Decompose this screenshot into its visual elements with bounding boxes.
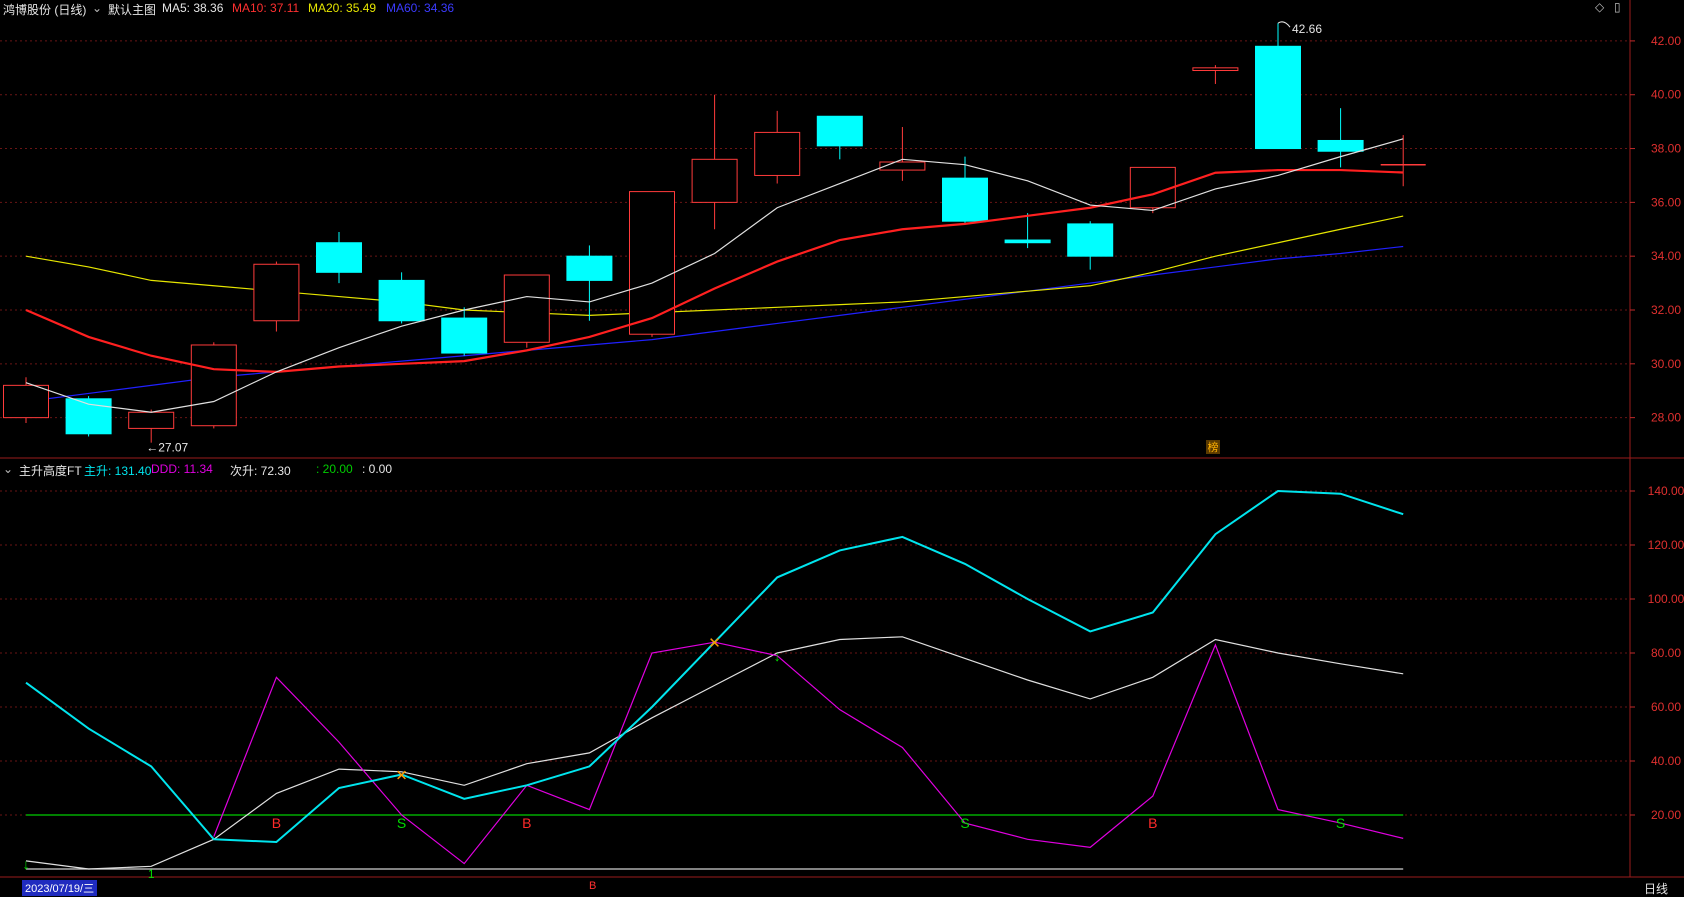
zs-value: 主升: 131.40: [84, 464, 152, 478]
sell-signal: S: [397, 815, 406, 831]
candle-body: [1192, 67, 1239, 72]
candle-body: [1255, 45, 1301, 150]
sub-tick-label: 140.00: [1648, 484, 1684, 498]
ddd-line: [213, 641, 1404, 865]
chevron-down-icon[interactable]: ⌄: [92, 1, 102, 15]
buy-signal: B: [1148, 815, 1157, 831]
ma60-label: MA60: 34.36: [386, 1, 455, 15]
candle-body: [316, 242, 362, 273]
sub-tick-label: 100.00: [1648, 592, 1684, 606]
cross-signal: ✕: [708, 635, 721, 652]
main-tick-label: 42.00: [1651, 34, 1681, 48]
sub-tick-label: 60.00: [1651, 700, 1681, 714]
candle-body: [1067, 223, 1114, 257]
main-tick-label: 36.00: [1651, 195, 1681, 209]
down-arrow-signal: ↓: [774, 648, 781, 664]
ma20-label: MA20: 35.49: [308, 1, 377, 15]
main-tick-label: 38.00: [1651, 142, 1681, 156]
stock-chart-window: 28.00 30.00 32.00 34.00 36.00 38.00 40.00 42.00…: [0, 0, 1684, 897]
candle-body: [378, 279, 425, 322]
main-tick-label: 32.00: [1651, 303, 1681, 317]
main-tick-label: 34.00: [1651, 249, 1681, 263]
ref20-value: : 20.00: [316, 462, 353, 476]
badge-label: 榜: [1208, 440, 1219, 454]
one-signal: 1: [148, 867, 155, 881]
buy-signal: B: [522, 815, 531, 831]
ma5-label: MA5: 38.36: [162, 1, 224, 15]
candle-body: [1004, 239, 1051, 244]
candle-body: [754, 131, 801, 176]
sub-tick-label: 20.00: [1651, 808, 1681, 822]
stock-title[interactable]: 鸿博股份 (日线): [3, 1, 86, 18]
candle-body: [942, 177, 988, 222]
candle-body: [128, 411, 175, 429]
high-price-pointer: [1277, 21, 1291, 28]
candle-body: [3, 384, 49, 419]
candle-body: [253, 263, 300, 322]
candle-body: [816, 115, 863, 147]
main-tick-label: 28.00: [1651, 411, 1681, 425]
main-tick-label: 30.00: [1651, 357, 1681, 371]
cross-signal: ✕: [395, 768, 408, 785]
sub-tick-label: 120.00: [1648, 538, 1684, 552]
b-marker: B: [589, 880, 597, 892]
main-chart-menu[interactable]: 默认主图: [108, 1, 156, 18]
chevron-down-icon[interactable]: ⌄: [3, 462, 13, 476]
cursor-date: 2023/07/19/三: [22, 880, 98, 896]
period-label[interactable]: 日线: [1644, 880, 1668, 897]
ref0-value: : 0.00: [362, 462, 393, 476]
cs-value: 次升: 72.30: [230, 464, 291, 478]
cs-line: [25, 636, 1404, 870]
candle-body: [190, 344, 237, 427]
diamond-icon[interactable]: ◇: [1595, 0, 1604, 14]
ma10-label: MA10: 37.11: [232, 1, 300, 15]
main-tick-label: 40.00: [1651, 88, 1681, 102]
ddd-value: DDD: 11.34: [151, 462, 213, 476]
chart-canvas[interactable]: 28.00 30.00 32.00 34.00 36.00 38.00 40.00 42.00…: [0, 0, 1684, 895]
high-price-annotation: 42.66: [1292, 22, 1322, 36]
ma20-line: [25, 215, 1404, 316]
candle-body: [441, 317, 488, 354]
sell-signal: S: [960, 815, 969, 831]
candle-body: [1317, 139, 1364, 152]
candle-body: [1129, 166, 1176, 209]
down-arrow-signal: ↓: [23, 856, 30, 872]
sub-tick-label: 40.00: [1651, 754, 1681, 768]
book-icon[interactable]: ▯: [1614, 0, 1621, 14]
candle-body: [503, 274, 550, 343]
sell-signal: S: [1336, 815, 1345, 831]
sub-tick-label: 80.00: [1651, 646, 1681, 660]
candle-body: [566, 255, 613, 281]
buy-signal: B: [272, 815, 281, 831]
candle-body: [691, 158, 738, 203]
low-price-annotation: ←27.07: [146, 441, 188, 455]
candle-body: [629, 191, 675, 335]
indicator-name[interactable]: 主升高度FT: [19, 462, 82, 479]
